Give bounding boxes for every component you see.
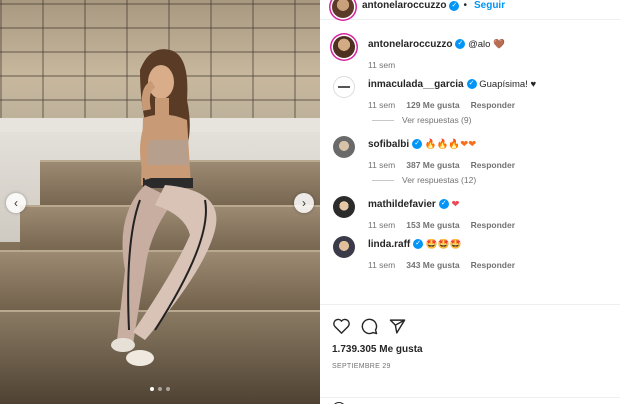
- post-header: antonelaroccuzzo ✓ • Seguir: [320, 0, 620, 20]
- avatar[interactable]: [333, 136, 355, 158]
- separator: •: [463, 0, 467, 11]
- verified-badge-icon: ✓: [413, 239, 424, 250]
- caption-text: @alo: [468, 39, 491, 50]
- share-icon[interactable]: [388, 317, 406, 335]
- comment-text: Guapísima! ♥: [479, 79, 537, 90]
- comment-username[interactable]: sofibalbi: [368, 139, 409, 150]
- verified-badge-icon: ✓: [455, 39, 466, 50]
- carousel-dot: [166, 387, 170, 391]
- avatar[interactable]: [333, 236, 355, 258]
- post-modal: ‹ › antonelaroccuzzo ✓ • Seguir antonela…: [0, 0, 620, 404]
- chevron-right-icon[interactable]: ›: [294, 193, 314, 213]
- caption: antonelaroccuzzo ✓ @alo 🤎 11 sem: [320, 30, 620, 70]
- comment: inmaculada__garcia ✓ Guapísima! ♥ 11 sem …: [320, 70, 620, 110]
- comment-likes[interactable]: 343 Me gusta: [406, 260, 459, 270]
- view-replies-button[interactable]: Ver respuestas (9): [320, 110, 620, 130]
- caption-username[interactable]: antonelaroccuzzo: [368, 39, 452, 50]
- comment-likes[interactable]: 387 Me gusta: [406, 160, 459, 170]
- add-comment-bar: [320, 397, 620, 404]
- avatar[interactable]: [333, 76, 355, 98]
- verified-badge-icon: ✓: [438, 199, 449, 210]
- woman-sitting-figure: [111, 49, 217, 366]
- follow-button[interactable]: Seguir: [474, 0, 505, 11]
- likes-count[interactable]: 1.739.305 Me gusta: [320, 335, 620, 355]
- heart-icon[interactable]: [332, 317, 350, 335]
- reply-button[interactable]: Responder: [471, 260, 515, 270]
- comment-text: 🤩🤩🤩: [425, 239, 462, 250]
- comment-icon[interactable]: [360, 317, 378, 335]
- post-sidebar: antonelaroccuzzo ✓ • Seguir antonelarocc…: [320, 0, 620, 404]
- verified-badge-icon: ✓: [449, 0, 460, 11]
- comment-likes[interactable]: 153 Me gusta: [406, 220, 459, 230]
- verified-badge-icon: ✓: [466, 79, 477, 90]
- avatar[interactable]: [333, 36, 355, 58]
- post-photo[interactable]: ‹ ›: [0, 0, 320, 404]
- post-actions: 1.739.305 Me gusta SEPTIEMBRE 29: [320, 304, 620, 404]
- avatar[interactable]: [333, 196, 355, 218]
- comment-time[interactable]: 11 sem: [368, 260, 395, 270]
- author-username[interactable]: antonelaroccuzzo: [362, 0, 446, 11]
- comment-username[interactable]: inmaculada__garcia: [368, 79, 464, 90]
- comment-time[interactable]: 11 sem: [368, 100, 395, 110]
- comment-time[interactable]: 11 sem: [368, 160, 395, 170]
- comment-username[interactable]: linda.raff: [368, 239, 410, 250]
- reply-button[interactable]: Responder: [471, 160, 515, 170]
- comment-list[interactable]: antonelaroccuzzo ✓ @alo 🤎 11 sem inmacula…: [320, 30, 620, 303]
- comment-time[interactable]: 11 sem: [368, 220, 395, 230]
- comment-text: 🔥🔥🔥❤❤: [424, 139, 477, 150]
- reply-button[interactable]: Responder: [471, 220, 515, 230]
- chevron-left-icon[interactable]: ‹: [6, 193, 26, 213]
- caption-time[interactable]: 11 sem: [368, 60, 395, 70]
- post-date[interactable]: SEPTIEMBRE 29: [320, 355, 620, 370]
- carousel-dot: [158, 387, 162, 391]
- verified-badge-icon: ✓: [412, 139, 423, 150]
- view-replies-button[interactable]: Ver respuestas (12): [320, 170, 620, 190]
- reply-button[interactable]: Responder: [471, 100, 515, 110]
- caption-emoji: 🤎: [493, 39, 505, 50]
- carousel-dots: [150, 387, 170, 391]
- comment: mathildefavier ✓ ❤ 11 sem 153 Me gusta Re…: [320, 190, 620, 230]
- avatar[interactable]: [332, 0, 354, 18]
- comment-likes[interactable]: 129 Me gusta: [406, 100, 459, 110]
- comment-username[interactable]: mathildefavier: [368, 199, 436, 210]
- comment: sofibalbi ✓ 🔥🔥🔥❤❤ 11 sem 387 Me gusta Res…: [320, 130, 620, 170]
- comment-text: ❤: [451, 199, 460, 210]
- carousel-dot: [150, 387, 154, 391]
- comment: linda.raff ✓ 🤩🤩🤩 11 sem 343 Me gusta Resp…: [320, 230, 620, 270]
